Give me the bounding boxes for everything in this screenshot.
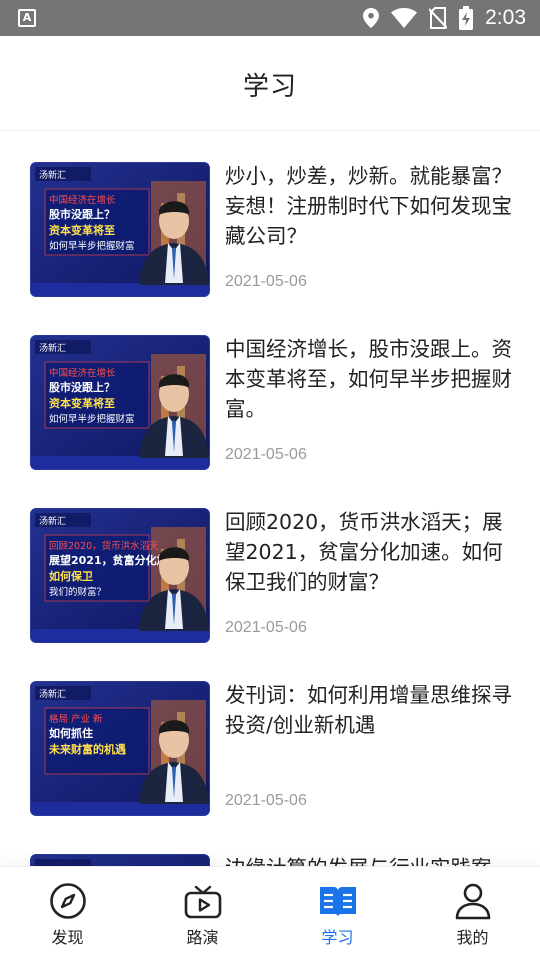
thumbnail-text: 中国经济在增长 bbox=[49, 194, 116, 206]
article-list[interactable]: 汤新汇 中国经济在增长 股市没跟上？ 资本变革将至 如何早半步把握财富 炒小，炒… bbox=[0, 132, 540, 866]
thumbnail-text: 如何保卫 bbox=[49, 569, 93, 583]
article-date: 2021-05-06 bbox=[225, 792, 307, 809]
status-time: 2:03 bbox=[485, 6, 526, 29]
status-bar: A 2:03 bbox=[0, 0, 540, 36]
thumbnail-text: 资本变革将至 bbox=[49, 223, 115, 237]
thumbnail-image: 汽车数字研究院 bbox=[31, 855, 209, 866]
nav-label-discover: 发现 bbox=[51, 928, 84, 947]
article-item[interactable]: 汽车数字研究院 边缘计算的发展与行业实践案 bbox=[0, 824, 540, 866]
user-icon bbox=[455, 883, 490, 920]
thumbnail-text: 中国经济在增长 bbox=[49, 367, 116, 379]
nav-label-learn: 学习 bbox=[321, 928, 354, 947]
status-icons: 2:03 bbox=[363, 0, 526, 36]
thumbnail-text: 如何早半步把握财富 bbox=[49, 240, 135, 252]
nav-item-mine[interactable]: 我的 bbox=[405, 867, 540, 960]
location-icon bbox=[363, 8, 380, 28]
article-title[interactable]: 发刊词：如何利用增量思维探寻投资/创业新机遇 bbox=[225, 680, 515, 740]
thumbnail-text: 资本变革将至 bbox=[49, 396, 115, 410]
thumbnail-text: 未来财富的机遇 bbox=[48, 742, 126, 756]
thumbnail-text: 股市没跟上？ bbox=[49, 380, 115, 394]
thumbnail-text: 我们的财富？ bbox=[49, 586, 106, 598]
thumbnail-text: 格局 产业 新 bbox=[49, 713, 103, 725]
book-icon bbox=[319, 887, 356, 917]
article-date: 2021-05-06 bbox=[225, 446, 307, 463]
article-thumbnail[interactable]: 汤新汇 回顾2020，货币洪水滔天 展望2021，贫富分化加速 如何保卫 我们的… bbox=[30, 508, 210, 643]
article-thumbnail[interactable]: 汤新汇 中国经济在增长 股市没跟上？ 资本变革将至 如何早半步把握财富 bbox=[30, 335, 210, 470]
article-thumbnail[interactable]: 汽车数字研究院 bbox=[30, 854, 210, 866]
article-item[interactable]: 汤新汇 中国经济在增长 股市没跟上？ 资本变革将至 如何早半步把握财富 中国经济… bbox=[0, 305, 540, 478]
article-thumbnail[interactable]: 汤新汇 格局 产业 新 如何抓住 未来财富的机遇 bbox=[30, 681, 210, 816]
thumbnail-image: 汤新汇 中国经济在增长 股市没跟上？ 资本变革将至 如何早半步把握财富 bbox=[31, 336, 209, 469]
thumbnail-text: 如何抓住 bbox=[49, 726, 93, 740]
page-title: 学习 bbox=[242, 72, 297, 102]
nav-item-roadshow[interactable]: 路演 bbox=[135, 867, 270, 960]
article-item[interactable]: 汤新汇 中国经济在增长 股市没跟上？ 资本变革将至 如何早半步把握财富 炒小，炒… bbox=[0, 132, 540, 305]
thumbnail-text: 汤新汇 bbox=[39, 169, 66, 181]
no-sim-icon bbox=[429, 7, 448, 29]
thumbnail-image: 汤新汇 中国经济在增长 股市没跟上？ 资本变革将至 如何早半步把握财富 bbox=[31, 163, 209, 296]
thumbnail-text: 汤新汇 bbox=[39, 688, 66, 700]
tv-play-icon bbox=[184, 885, 221, 919]
article-date: 2021-05-06 bbox=[225, 273, 307, 290]
page-header: 学习 bbox=[0, 36, 540, 131]
battery-charging-icon bbox=[459, 6, 474, 30]
article-item[interactable]: 汤新汇 回顾2020，货币洪水滔天 展望2021，贫富分化加速 如何保卫 我们的… bbox=[0, 478, 540, 651]
nav-label-roadshow: 路演 bbox=[186, 928, 219, 947]
thumbnail-text: 汤新汇 bbox=[39, 342, 66, 354]
article-title[interactable]: 回顾2020，货币洪水滔天；展望2021，贫富分化加速。如何保卫我们的财富？ bbox=[225, 507, 515, 597]
thumbnail-text: 汤新汇 bbox=[39, 515, 66, 527]
article-date: 2021-05-06 bbox=[225, 619, 307, 636]
nav-label-mine: 我的 bbox=[456, 928, 489, 947]
article-title[interactable]: 炒小，炒差，炒新。就能暴富？妄想！注册制时代下如何发现宝藏公司？ bbox=[225, 161, 515, 251]
wifi-icon bbox=[391, 8, 418, 28]
thumbnail-image: 汤新汇 格局 产业 新 如何抓住 未来财富的机遇 bbox=[31, 682, 209, 815]
article-title[interactable]: 边缘计算的发展与行业实践案 bbox=[225, 853, 515, 866]
nav-item-learn[interactable]: 学习 bbox=[270, 867, 405, 960]
thumbnail-text: 股市没跟上？ bbox=[49, 207, 115, 221]
nav-item-discover[interactable]: 发现 bbox=[0, 867, 135, 960]
compass-icon bbox=[49, 883, 86, 919]
thumbnail-image: 汤新汇 回顾2020，货币洪水滔天 展望2021，贫富分化加速 如何保卫 我们的… bbox=[31, 509, 209, 642]
bottom-navigation: 发现 路演 学习 我的 bbox=[0, 866, 540, 960]
article-item[interactable]: 汤新汇 格局 产业 新 如何抓住 未来财富的机遇 发刊词：如何利用增量思维探寻投… bbox=[0, 651, 540, 824]
article-title[interactable]: 中国经济增长，股市没跟上。资本变革将至，如何早半步把握财富。 bbox=[225, 334, 515, 424]
article-thumbnail[interactable]: 汤新汇 中国经济在增长 股市没跟上？ 资本变革将至 如何早半步把握财富 bbox=[30, 162, 210, 297]
thumbnail-text: 如何早半步把握财富 bbox=[49, 413, 135, 425]
thumbnail-text: 回顾2020，货币洪水滔天 bbox=[49, 540, 159, 552]
accessibility-badge-icon: A bbox=[18, 9, 36, 27]
